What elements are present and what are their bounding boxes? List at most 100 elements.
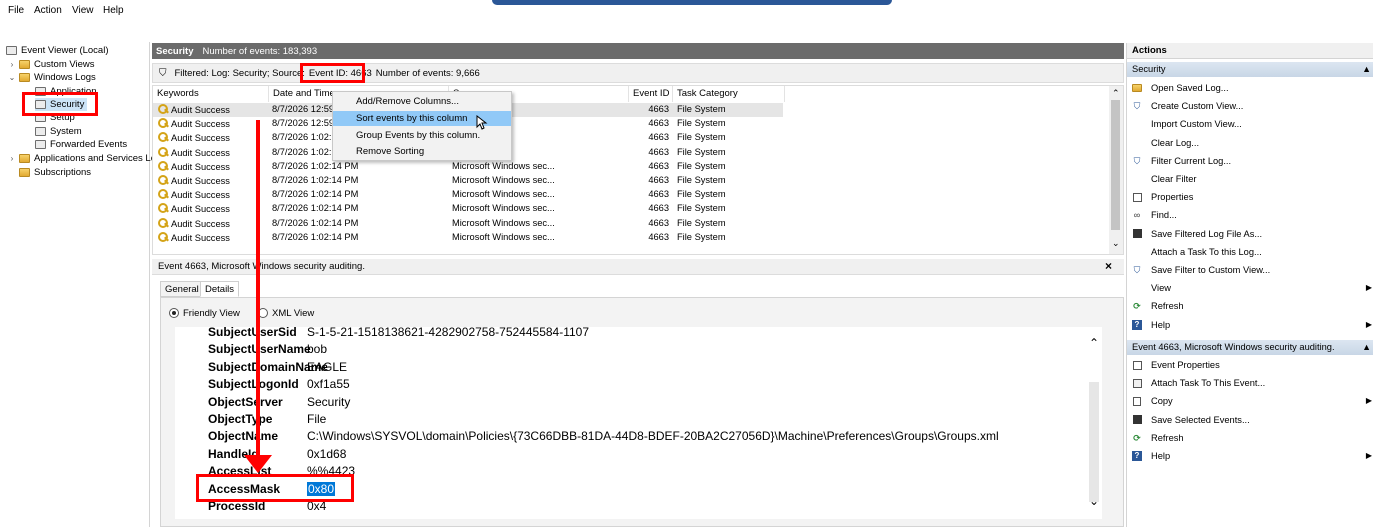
tree-system[interactable]: System — [35, 125, 82, 138]
col-event-id[interactable]: Event ID — [629, 86, 673, 102]
field-value[interactable]: 0xf1a55 — [307, 377, 350, 391]
event-id-highlight-box — [300, 63, 365, 83]
field-value[interactable]: File — [307, 412, 326, 426]
col-task-category[interactable]: Task Category — [673, 86, 785, 102]
copy-icon — [1132, 396, 1142, 406]
action-item[interactable]: Attach Task To This Event... — [1127, 374, 1373, 392]
table-row[interactable]: Audit Success 8/7/2026 1:02:14 PM Microsof… — [153, 202, 783, 216]
table-row[interactable]: Audit Success 8/7/2026 1:02:14 PM Microsof… — [153, 231, 783, 245]
action-item[interactable]: ⟳ Refresh — [1127, 297, 1373, 315]
filter-count: Number of events: 9,666 — [375, 67, 480, 79]
collapse-icon[interactable]: ▲ — [1362, 62, 1371, 77]
date-cell: 8/7/2026 1:02:14 PM — [272, 189, 359, 200]
tab-details[interactable]: Details — [200, 281, 240, 297]
menu-add-remove-columns[interactable]: Add/Remove Columns... — [333, 94, 511, 109]
action-item[interactable]: Clear Filter — [1127, 170, 1373, 188]
keywords-cell: Audit Success — [158, 217, 230, 229]
field-name: ObjectName — [208, 429, 279, 444]
actions-section-event[interactable]: Event 4663, Microsoft Windows security a… — [1127, 340, 1373, 355]
action-item[interactable]: Properties — [1127, 188, 1373, 206]
log-event-count: Number of events: 183,393 — [202, 45, 318, 57]
action-label: Attach Task To This Event... — [1151, 378, 1266, 389]
tree-root[interactable]: Event Viewer (Local) — [6, 44, 108, 57]
chevron-right-icon[interactable]: › — [8, 154, 16, 163]
scroll-thumb[interactable] — [1089, 382, 1099, 502]
friendly-view-radio[interactable] — [169, 308, 179, 318]
scroll-down-icon[interactable]: ⌄ — [1089, 494, 1099, 508]
action-label: Refresh — [1151, 432, 1184, 443]
action-label: Find... — [1151, 210, 1177, 221]
action-item[interactable]: Save Filtered Log File As... — [1127, 225, 1373, 243]
action-item[interactable]: Open Saved Log... — [1127, 79, 1373, 97]
date-cell: 8/7/2026 1:02:14 PM — [272, 217, 359, 228]
action-item[interactable]: Import Custom View... — [1127, 115, 1373, 133]
action-item[interactable]: ? Help ▶ — [1127, 316, 1373, 334]
action-item[interactable]: ? Help ▶ — [1127, 447, 1373, 465]
field-value[interactable]: C:\Windows\SYSVOL\domain\Policies\{73C66… — [307, 429, 999, 443]
scroll-up-icon[interactable]: ⌃ — [1089, 336, 1099, 350]
field-value[interactable]: bob — [307, 342, 327, 356]
event-id-cell: 4663 — [648, 175, 669, 185]
action-item[interactable]: ⟳ Refresh — [1127, 429, 1373, 447]
menu-remove-sorting[interactable]: Remove Sorting — [333, 144, 511, 159]
actions-section-security[interactable]: Security ▲ — [1127, 62, 1373, 77]
menu-action[interactable]: Action — [34, 5, 62, 16]
key-icon — [158, 203, 168, 214]
scroll-up-icon[interactable]: ⌃ — [1112, 88, 1120, 99]
event-id-cell: 4663 — [648, 132, 669, 143]
title-strip — [492, 0, 892, 5]
chevron-down-icon[interactable]: ⌄ — [8, 73, 16, 82]
col-keywords[interactable]: Keywords — [153, 86, 269, 102]
key-icon — [158, 189, 168, 200]
field-value[interactable]: EAGLE — [307, 360, 347, 374]
date-cell: 8/7/2026 1:02:1 — [272, 146, 337, 157]
field-value[interactable]: S-1-5-21-1518138621-4282902758-752445584… — [307, 327, 589, 339]
action-item[interactable]: View ▶ — [1127, 279, 1373, 297]
action-item[interactable]: Copy ▶ — [1127, 392, 1373, 410]
action-item[interactable]: Attach a Task To this Log... — [1127, 243, 1373, 261]
action-item[interactable]: ⛉ Filter Current Log... — [1127, 152, 1373, 170]
tree-forwarded-events[interactable]: Forwarded Events — [35, 138, 127, 151]
table-row[interactable]: Audit Success 8/7/2026 1:02:14 PM Microsof… — [153, 188, 783, 202]
event-field: ObjectServer Security — [208, 395, 350, 412]
table-row[interactable]: Audit Success 8/7/2026 1:02:14 PM Microsof… — [153, 174, 783, 188]
table-row[interactable]: Audit Success 8/7/2026 1:02:14 PM Microsof… — [153, 160, 783, 174]
event-field: ObjectType File — [208, 412, 326, 429]
tree-custom-views[interactable]: › Custom Views — [8, 58, 95, 71]
action-item[interactable]: ⛉ Save Filter to Custom View... — [1127, 261, 1373, 279]
task-category-cell: File System — [677, 118, 726, 129]
menu-file[interactable]: File — [8, 5, 24, 16]
key-icon — [158, 104, 168, 114]
tree-subscriptions[interactable]: Subscriptions — [19, 166, 91, 179]
refresh-icon: ⟳ — [1133, 432, 1141, 443]
action-item[interactable]: Clear Log... — [1127, 134, 1373, 152]
action-label: Save Filtered Log File As... — [1151, 228, 1263, 239]
event-id-cell: 4663 — [648, 231, 669, 242]
table-row[interactable]: Audit Success 8/7/2026 1:02:14 PM Microsof… — [153, 217, 783, 231]
scroll-thumb[interactable] — [1111, 100, 1120, 230]
action-item[interactable]: ∞ Find... — [1127, 206, 1373, 224]
folder-icon — [1132, 83, 1142, 93]
tree-apps-services[interactable]: › Applications and Services Lo — [8, 152, 156, 165]
tree-windows-logs[interactable]: ⌄ Windows Logs — [8, 71, 96, 84]
scroll-down-icon[interactable]: ⌄ — [1112, 238, 1120, 249]
action-item[interactable]: Event Properties — [1127, 356, 1373, 374]
field-value[interactable]: Security — [307, 395, 350, 409]
collapse-icon[interactable]: ▲ — [1362, 340, 1371, 355]
key-icon — [158, 132, 168, 143]
menu-help[interactable]: Help — [103, 5, 124, 16]
close-icon[interactable]: × — [1105, 259, 1112, 273]
details-scrollbar[interactable]: ⌃ ⌄ — [1087, 332, 1101, 519]
field-value[interactable]: 0x1d68 — [307, 447, 346, 461]
task-category-cell: File System — [677, 203, 726, 214]
event-viewer-icon — [6, 46, 17, 55]
tab-general[interactable]: General — [160, 281, 204, 297]
action-item[interactable]: ⛉ Create Custom View... — [1127, 97, 1373, 115]
filter-icon: ⛉ — [1133, 155, 1141, 166]
chevron-right-icon[interactable]: › — [8, 60, 16, 69]
menu-view[interactable]: View — [72, 5, 94, 16]
action-item[interactable]: Save Selected Events... — [1127, 411, 1373, 429]
action-label: Clear Filter — [1151, 174, 1197, 184]
grid-scrollbar[interactable]: ⌃ ⌄ — [1109, 86, 1123, 254]
folder-icon — [19, 73, 30, 82]
